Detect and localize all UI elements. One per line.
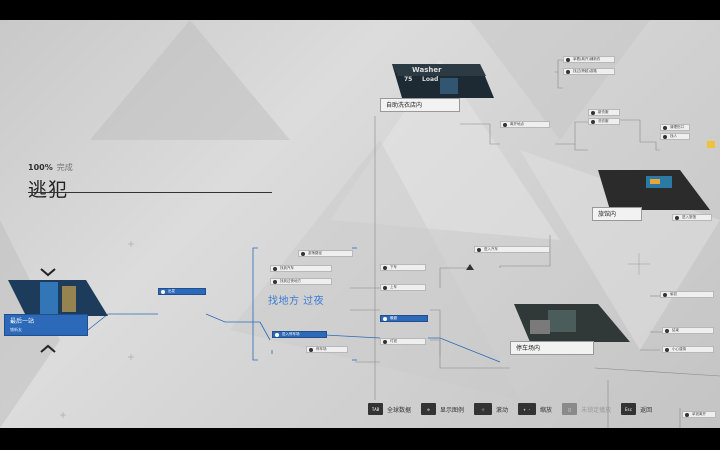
scene-start-sub: 铺新友 (10, 327, 22, 332)
scene-start-label: 最后一站 (10, 318, 35, 325)
flow-node[interactable]: 清理伤口 (660, 124, 690, 131)
chapter-title: 逃犯 (28, 179, 69, 201)
scene-laundromat-label: 自助洗衣店内 (386, 102, 423, 109)
flow-node[interactable]: 游荡路径 (298, 250, 353, 257)
zoom-key-icon: + - (518, 403, 537, 415)
scene-motel-label: 旅馆内 (598, 211, 617, 218)
flow-node[interactable]: 付钱 (380, 338, 426, 345)
flowchart-screen[interactable]: 100% 完成 逃犯 Washer 75 Load 自助洗衣店内 旅馆内 停车场… (0, 20, 720, 428)
controls-legend: TAB 全球数据 ⊕ 显示图例 ⊹ 滚动 + - 缩放 □ 未锁定播放 Esc … (368, 403, 662, 415)
flow-node-selected[interactable]: 进入停车场 (272, 331, 327, 338)
progress-percent: 100% (28, 163, 53, 172)
thumb-text-number: 75 (404, 76, 413, 83)
legend-locked-play[interactable]: □ 未锁定播放 (562, 403, 611, 415)
flow-node[interactable]: 下车 (380, 264, 426, 271)
scene-motel[interactable]: 旅馆内 (592, 207, 642, 221)
flow-node[interactable]: 拿着(离开)铺新衣 (563, 56, 615, 63)
tab-key-icon: TAB (368, 403, 383, 415)
scene-parking-label: 停车场内 (516, 345, 541, 352)
progress-label: 完成 (56, 163, 73, 172)
legend-back[interactable]: Esc 返回 (621, 403, 652, 415)
scene-laundromat[interactable]: 自助洗衣店内 (380, 98, 460, 112)
flowchart-lines (0, 20, 720, 428)
flow-node[interactable]: 偷窃 (660, 291, 714, 298)
legend-scroll[interactable]: ⊹ 滚动 (474, 403, 508, 415)
flow-node[interactable]: 找到汽车 (270, 265, 332, 272)
scroll-up-chevron-icon[interactable] (40, 267, 56, 277)
flow-node[interactable]: 上车 (380, 284, 426, 291)
flow-node[interactable]: 洗衣服 (588, 118, 620, 125)
flow-node[interactable]: 离开地点 (500, 121, 550, 128)
flow-node[interactable]: 进入旅馆 (672, 214, 712, 221)
flow-node[interactable]: 新衣服 (588, 109, 620, 116)
legend-zoom[interactable]: + - 缩放 (518, 403, 552, 415)
scroll-down-chevron-icon[interactable] (40, 344, 56, 354)
flow-node-selected[interactable]: 出发 (158, 288, 206, 295)
flow-node[interactable]: 结束 (662, 327, 714, 334)
legend-global-data[interactable]: TAB 全球数据 (368, 403, 411, 415)
flow-node[interactable]: 拿钱离开 (682, 411, 716, 418)
title-divider (28, 192, 272, 193)
flow-node[interactable]: 小心谨慎 (662, 346, 714, 353)
scene-start[interactable]: 最后一站 铺新友 (4, 314, 88, 336)
legend-key-icon: ⊕ (421, 403, 437, 415)
center-objective-label: 找地方 过夜 (268, 296, 325, 307)
laundromat-thumbnail[interactable]: Washer 75 Load (402, 64, 492, 98)
flow-node-selected[interactable]: 躲避 (380, 315, 428, 322)
scene-parking[interactable]: 停车场内 (510, 341, 594, 355)
flow-node[interactable]: 停车场 (306, 346, 348, 353)
locked-key-icon: □ (562, 403, 578, 415)
thumb-text-load: Load (422, 76, 439, 83)
flow-node[interactable]: 进入汽车 (474, 246, 550, 253)
thumb-text-washer: Washer (412, 66, 442, 74)
flow-node[interactable]: 找到过夜地方 (270, 278, 332, 285)
move-key-icon: ⊹ (474, 403, 493, 415)
flow-node[interactable]: 找过(跨越)游路 (563, 68, 615, 75)
chapter-header: 100% 完成 逃犯 (28, 162, 73, 202)
esc-key-icon: Esc (621, 403, 637, 415)
legend-show-legend[interactable]: ⊕ 显示图例 (421, 403, 464, 415)
flow-node[interactable]: 找人 (660, 133, 690, 140)
